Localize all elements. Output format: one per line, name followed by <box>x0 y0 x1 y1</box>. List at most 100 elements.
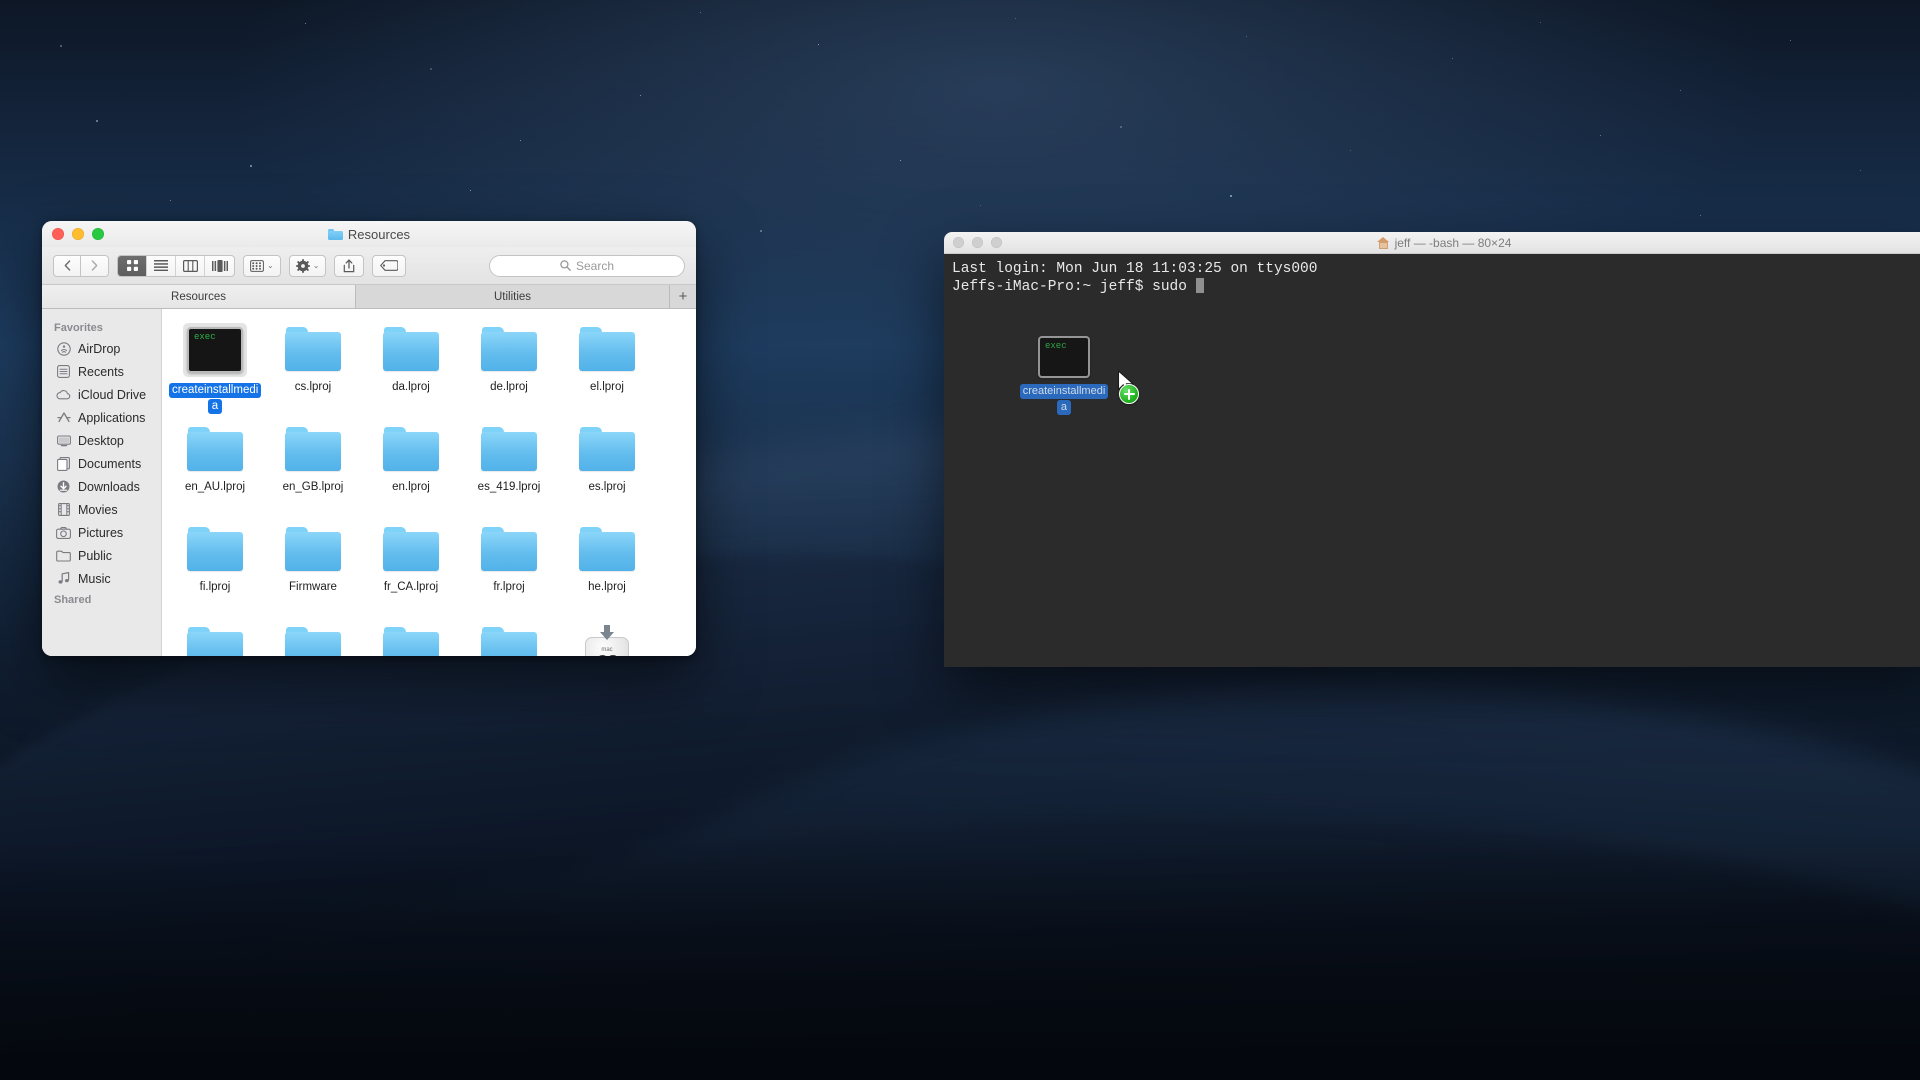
sidebar-item-desktop[interactable]: Desktop <box>42 429 161 452</box>
action-menu-button[interactable]: ⌄ <box>288 254 327 277</box>
finder-sidebar[interactable]: Favorites AirDrop Recents iCloud Drive Appli… <box>42 309 162 656</box>
file-item[interactable]: Firmware <box>264 517 362 617</box>
folder-icon <box>327 228 343 240</box>
exec-file-icon: exec <box>1038 336 1090 378</box>
tab-resources[interactable]: Resources <box>42 285 356 308</box>
file-item[interactable] <box>460 617 558 656</box>
back-button[interactable] <box>53 254 81 277</box>
nav-buttons[interactable] <box>53 254 109 277</box>
drag-ghost-label: createinstallmedi a <box>1019 383 1109 415</box>
file-item-label: es.lproj <box>588 481 626 493</box>
file-item[interactable]: he.lproj <box>558 517 656 617</box>
drag-ghost-label-line2: a <box>1056 400 1072 415</box>
search-placeholder: Search <box>575 258 615 273</box>
file-item[interactable]: fi.lproj <box>166 517 264 617</box>
sidebar-item-label: Documents <box>78 456 142 471</box>
gallery-view-icon[interactable] <box>205 256 234 276</box>
file-item-label: da.lproj <box>392 381 430 393</box>
file-item-label: es_419.lproj <box>477 481 541 493</box>
folder-icon <box>477 623 541 656</box>
finder-tab-bar[interactable]: Resources Utilities + <box>42 285 696 309</box>
folder-icon <box>281 323 345 375</box>
tag-button[interactable] <box>372 254 407 277</box>
sidebar-item-movies[interactable]: Movies <box>42 498 161 521</box>
file-item[interactable]: en.lproj <box>362 417 460 517</box>
finder-content-area[interactable]: exec createinstallmedi a cs.lproj da.lproj de… <box>162 309 696 656</box>
finder-body: Favorites AirDrop Recents iCloud Drive Appli… <box>42 309 696 656</box>
icon-grid[interactable]: exec createinstallmedi a cs.lproj da.lproj de… <box>162 317 696 656</box>
file-item[interactable]: cs.lproj <box>264 317 362 417</box>
folder-icon <box>281 523 345 575</box>
file-item[interactable]: fr.lproj <box>460 517 558 617</box>
folder-icon <box>575 423 639 475</box>
file-item-label: de.lproj <box>490 381 528 393</box>
file-item-label: fr_CA.lproj <box>383 581 439 593</box>
desktop-icon <box>56 433 71 448</box>
file-item[interactable]: macOS <box>558 617 656 656</box>
terminal-prompt-text: Jeffs-iMac-Pro:~ jeff$ sudo <box>952 279 1196 295</box>
exec-icon-text: exec <box>194 332 216 342</box>
sidebar-item-airdrop[interactable]: AirDrop <box>42 337 161 360</box>
file-item[interactable]: es_419.lproj <box>460 417 558 517</box>
sidebar-section-header: Favorites <box>54 322 103 334</box>
downloads-icon <box>56 479 71 494</box>
drag-ghost-label-line1: createinstallmedi <box>1019 384 1109 399</box>
finder-window[interactable]: Resources ⌄ ⌄ Search Resources Utilities… <box>42 221 696 656</box>
new-tab-button[interactable]: + <box>670 285 696 308</box>
search-input[interactable]: Search <box>489 254 685 277</box>
recents-icon <box>56 364 71 379</box>
sidebar-item-icloud-drive[interactable]: iCloud Drive <box>42 383 161 406</box>
sidebar-item-pictures[interactable]: Pictures <box>42 521 161 544</box>
folder-icon <box>183 623 247 656</box>
file-item[interactable] <box>362 617 460 656</box>
file-item-label: Firmware <box>289 581 337 593</box>
exec-icon-text: exec <box>1045 341 1067 351</box>
column-view-icon[interactable] <box>176 255 205 276</box>
drag-ghost-createinstallmedia[interactable]: exec createinstallmedi a <box>1018 336 1110 415</box>
view-mode-segmented-control[interactable] <box>117 254 235 277</box>
file-item[interactable]: exec createinstallmedi a <box>166 317 264 417</box>
folder-icon <box>183 423 247 475</box>
exec-file-icon: exec <box>183 323 247 377</box>
file-item[interactable]: es.lproj <box>558 417 656 517</box>
music-icon <box>56 571 71 586</box>
sidebar-item-label: Desktop <box>78 433 124 448</box>
file-item[interactable]: en_GB.lproj <box>264 417 362 517</box>
folder-icon <box>183 523 247 575</box>
folder-icon <box>379 323 443 375</box>
public-folder-icon <box>56 548 71 563</box>
file-item[interactable]: el.lproj <box>558 317 656 417</box>
sidebar-item-documents[interactable]: Documents <box>42 452 161 475</box>
terminal-titlebar[interactable]: jeff — -bash — 80×24 <box>944 232 1920 254</box>
new-tab-label: + <box>678 288 688 305</box>
sidebar-item-public[interactable]: Public <box>42 544 161 567</box>
chevron-down-icon: ⌄ <box>312 261 320 270</box>
file-item-label: fr.lproj <box>493 581 525 593</box>
sidebar-item-applications[interactable]: Applications <box>42 406 161 429</box>
list-view-icon[interactable] <box>147 255 176 276</box>
folder-icon <box>575 523 639 575</box>
share-button[interactable] <box>334 254 365 277</box>
file-item[interactable]: de.lproj <box>460 317 558 417</box>
forward-button[interactable] <box>81 254 109 277</box>
desktop: Resources ⌄ ⌄ Search Resources Utilities… <box>0 0 1920 1080</box>
sidebar-item-label: AirDrop <box>78 341 121 356</box>
icon-view-icon[interactable] <box>118 255 147 276</box>
sidebar-item-downloads[interactable]: Downloads <box>42 475 161 498</box>
sidebar-item-recents[interactable]: Recents <box>42 360 161 383</box>
file-item[interactable]: fr_CA.lproj <box>362 517 460 617</box>
file-item[interactable]: en_AU.lproj <box>166 417 264 517</box>
group-by-button[interactable]: ⌄ <box>243 254 281 277</box>
file-item[interactable] <box>166 617 264 656</box>
tab-utilities[interactable]: Utilities <box>356 285 670 308</box>
terminal-window[interactable]: jeff — -bash — 80×24 Last login: Mon Jun… <box>944 232 1920 667</box>
file-item[interactable]: da.lproj <box>362 317 460 417</box>
finder-title: Resources <box>42 227 696 242</box>
sidebar-item-music[interactable]: Music <box>42 567 161 590</box>
sidebar-item-label: iCloud Drive <box>78 387 147 402</box>
finder-toolbar[interactable]: ⌄ ⌄ Search <box>42 247 696 285</box>
file-item[interactable] <box>264 617 362 656</box>
finder-titlebar[interactable]: Resources <box>42 221 696 247</box>
terminal-title-text: jeff — -bash — 80×24 <box>1394 235 1512 250</box>
terminal-output[interactable]: Last login: Mon Jun 18 11:03:25 on ttys0… <box>944 254 1920 667</box>
